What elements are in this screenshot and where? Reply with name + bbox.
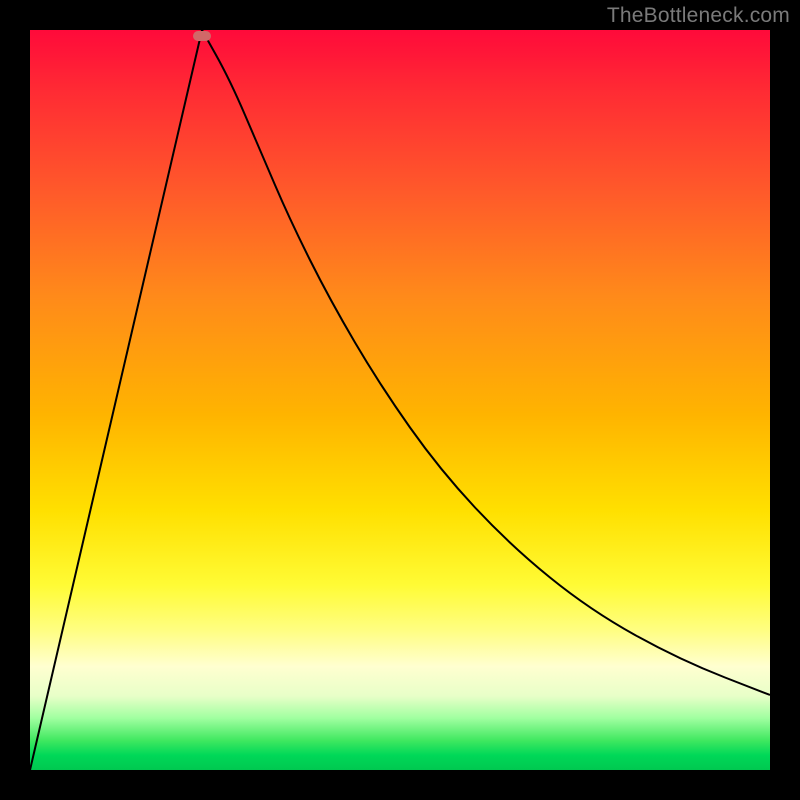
curve-svg — [30, 30, 770, 770]
chart-frame: TheBottleneck.com — [0, 0, 800, 800]
min-marker — [193, 31, 211, 41]
plot-area — [30, 30, 770, 770]
curve-right — [202, 30, 770, 695]
curve-left — [30, 30, 202, 770]
watermark-label: TheBottleneck.com — [607, 4, 790, 28]
